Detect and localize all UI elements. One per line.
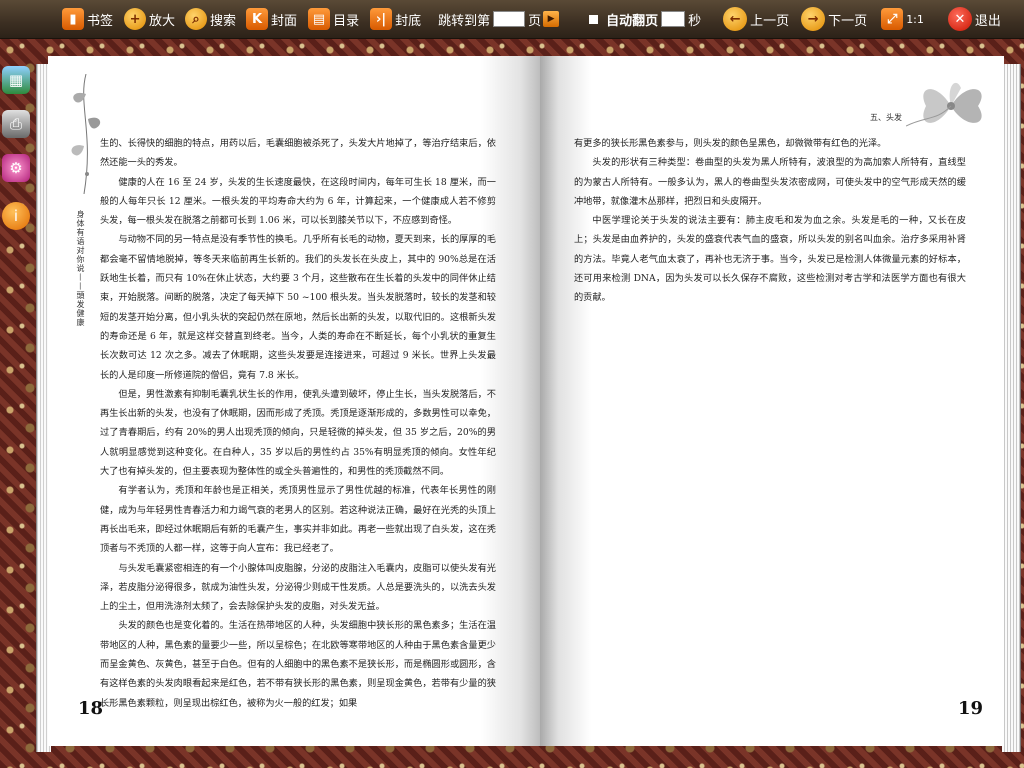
- auto-flip-checkbox[interactable]: [589, 14, 599, 24]
- paragraph: 有更多的狭长形黑色素参与，则头发的颜色呈黑色，却微微带有红色的光泽。: [574, 138, 887, 149]
- back-cover-button[interactable]: ›| 封底: [370, 0, 421, 38]
- auto-flip-seconds-input[interactable]: [661, 11, 686, 27]
- back-cover-icon: ›|: [370, 8, 393, 30]
- close-icon: ✕: [947, 7, 972, 31]
- paragraph: 健康的人在 16 至 24 岁，头发的生长速度最快，在这段时间内，每年可生长 1…: [100, 176, 496, 227]
- exit-button[interactable]: ✕ 退出: [947, 0, 1001, 38]
- toc-button[interactable]: ▤ 目录: [308, 0, 359, 38]
- page-number-left: 18: [78, 698, 104, 719]
- book-spread: 身体有语对你说——頭发健康 生的、长得快的细胞的特点，用药以后，毛囊细胞被杀死了…: [36, 56, 1021, 752]
- play-icon[interactable]: ▶: [543, 11, 560, 27]
- thumbnail-icon[interactable]: ▦: [2, 66, 30, 94]
- running-head-left: 身体有语对你说——頭发健康: [76, 210, 85, 327]
- page-number-right: 19: [958, 698, 984, 719]
- prev-page-button[interactable]: ← 上一页: [723, 0, 789, 38]
- page-jump-input[interactable]: [493, 11, 526, 27]
- page-edges-right: [1002, 64, 1021, 752]
- right-page-text: 有更多的狭长形黑色素参与，则头发的颜色呈黑色，却微微带有红色的光泽。 头发的形状…: [574, 134, 966, 308]
- right-page[interactable]: 五、头发 有更多的狭长形黑色素参与，则头发的颜色呈黑色，却微微带有红色的光泽。 …: [540, 56, 1004, 746]
- arrow-left-icon: ←: [723, 7, 748, 31]
- paragraph: 头发的形状有三种类型：卷曲型的头发为黑人所特有，波浪型的为高加索人所特有，直线型…: [574, 157, 966, 207]
- next-page-button[interactable]: → 下一页: [801, 0, 867, 38]
- paragraph: 但是，男性激素有抑制毛囊乳状生长的作用，使乳头遭到破坏，停止生长，当头发脱落后，…: [100, 388, 496, 478]
- paragraph: 生的、长得快的细胞的特点，用药以后，毛囊细胞被杀死了，头发大片地掉了，等治疗结束…: [100, 138, 496, 169]
- running-head-right: 五、头发: [870, 113, 902, 122]
- paragraph: 头发的颜色也是变化着的。生活在热带地区的人种，头发细胞中狭长形的黑色素多；生活在…: [100, 620, 496, 709]
- paragraph: 中医学理论关于头发的说法主要有：肺主皮毛和发为血之余。头发是毛的一种，又长在皮上…: [574, 215, 966, 304]
- zoom-in-icon: +: [124, 8, 147, 30]
- cover-icon: K: [246, 8, 269, 30]
- zoom-button[interactable]: + 放大: [124, 0, 175, 38]
- info-icon[interactable]: i: [2, 202, 30, 230]
- left-page-text: 生的、长得快的细胞的特点，用药以后，毛囊细胞被杀死了，头发大片地掉了，等治疗结束…: [100, 134, 496, 713]
- settings-gear-icon[interactable]: ⚙: [2, 154, 30, 182]
- actual-size-button[interactable]: ⤢ 1:1: [881, 0, 924, 38]
- bookmark-icon: ▮: [62, 8, 84, 30]
- bookmark-button[interactable]: ▮ 书签: [62, 0, 113, 38]
- reader-toolbar: ▮ 书签 + 放大 ⌕ 搜索 K 封面 ▤ 目录 ›| 封底 跳转到第 页 ▶ …: [0, 0, 1024, 39]
- print-icon[interactable]: ⎙: [2, 110, 30, 138]
- paragraph: 与动物不同的另一特点是没有季节性的换毛。几乎所有长毛的动物，夏天到来，长的厚厚的…: [100, 234, 496, 381]
- search-button[interactable]: ⌕ 搜索: [185, 0, 236, 38]
- left-page[interactable]: 身体有语对你说——頭发健康 生的、长得快的细胞的特点，用药以后，毛囊细胞被杀死了…: [48, 56, 540, 746]
- page-jump: 跳转到第 页 ▶: [438, 0, 560, 38]
- fit-icon: ⤢: [881, 8, 904, 30]
- paragraph: 与头发毛囊紧密相连的有一个小腺体叫皮脂腺，分泌的皮脂注入毛囊内，皮脂可以使头发有…: [100, 562, 496, 613]
- cover-button[interactable]: K 封面: [246, 0, 297, 38]
- flower-ornament-icon: [906, 82, 982, 127]
- arrow-right-icon: →: [801, 7, 826, 31]
- book-icon: ▤: [308, 8, 331, 30]
- search-icon: ⌕: [185, 8, 208, 30]
- paragraph: 有学者认为，秃顶和年龄也是正相关，秃顶男性显示了男性优越的标准，代表年长男性的刚…: [100, 485, 496, 555]
- auto-flip-toggle[interactable]: 自动翻页 秒: [589, 0, 701, 38]
